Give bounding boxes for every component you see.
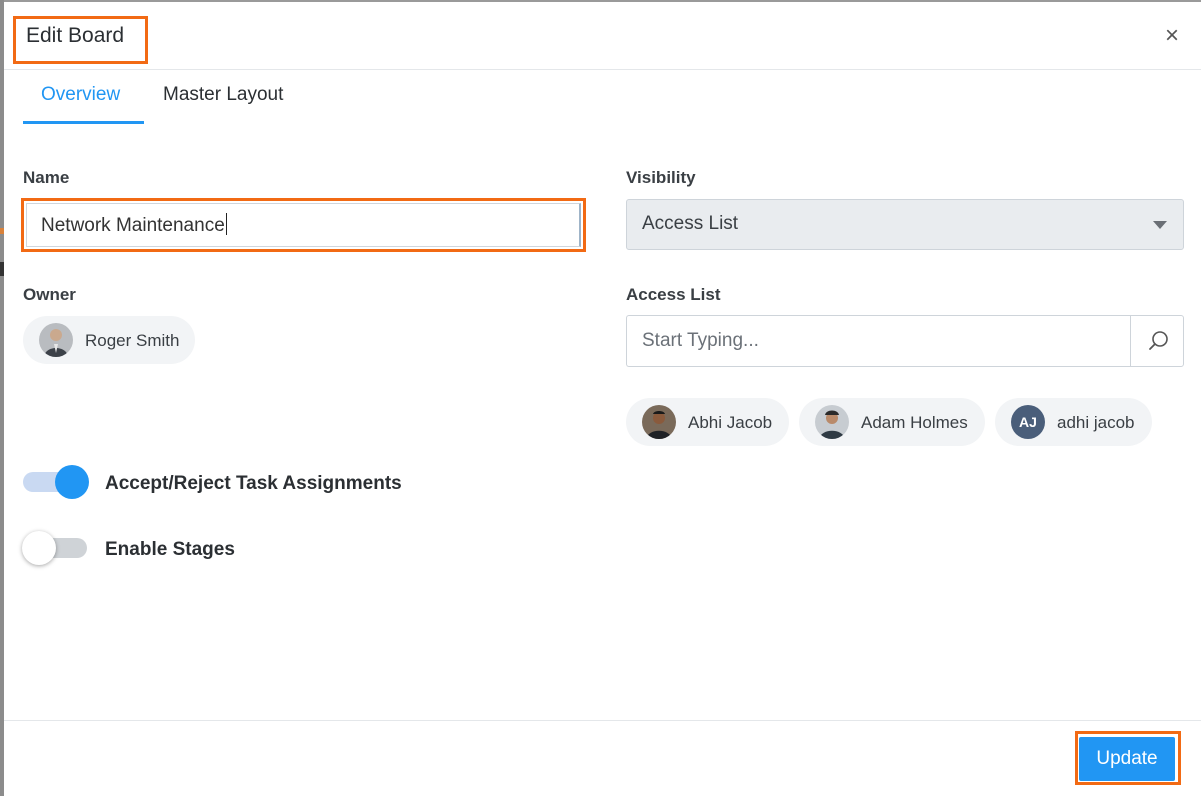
search-icon — [1149, 331, 1168, 350]
toggle-knob — [55, 465, 89, 499]
member-name: Adam Holmes — [861, 413, 968, 432]
name-field-highlight: Network Maintenance — [21, 198, 586, 252]
toggle-knob — [22, 531, 56, 565]
tab-master-layout[interactable]: Master Layout — [163, 84, 283, 106]
name-label: Name — [23, 168, 70, 187]
member-name: Abhi Jacob — [688, 413, 773, 432]
dialog-title: Edit Board — [26, 24, 125, 47]
accept-reject-label: Accept/Reject Task Assignments — [105, 473, 402, 494]
owner-name: Roger Smith — [85, 331, 180, 350]
access-member-chip[interactable]: Abhi Jacob — [626, 398, 789, 446]
close-icon[interactable]: × — [1160, 24, 1184, 48]
update-button[interactable]: Update — [1079, 737, 1175, 781]
visibility-select[interactable]: Access List — [626, 199, 1184, 250]
member-avatar — [815, 405, 849, 439]
access-member-chip[interactable]: Adam Holmes — [799, 398, 985, 446]
enable-stages-label: Enable Stages — [105, 539, 235, 560]
caret-down-icon — [1153, 221, 1167, 229]
name-input[interactable]: Network Maintenance — [26, 203, 581, 247]
text-caret — [225, 212, 227, 235]
accept-reject-toggle[interactable] — [23, 465, 89, 499]
access-member-chip[interactable]: AJ adhi jacob — [995, 398, 1152, 446]
visibility-value: Access List — [642, 213, 739, 234]
member-initials-avatar: AJ — [1011, 405, 1045, 439]
owner-avatar — [39, 323, 73, 357]
enable-stages-toggle[interactable] — [22, 531, 87, 565]
search-button[interactable] — [1130, 315, 1184, 367]
name-input-value: Network Maintenance — [41, 215, 225, 236]
tab-overview[interactable]: Overview — [41, 84, 120, 106]
dialog-footer — [4, 720, 1201, 796]
active-tab-indicator — [23, 121, 144, 124]
access-search-input[interactable]: Start Typing... — [626, 315, 1131, 367]
member-name: adhi jacob — [1057, 413, 1135, 432]
owner-label: Owner — [23, 285, 76, 304]
edit-board-dialog: Edit Board × Overview Master Layout Name… — [4, 2, 1201, 796]
dialog-header: Edit Board × — [4, 2, 1201, 70]
visibility-label: Visibility — [626, 168, 696, 187]
access-list-label: Access List — [626, 285, 721, 304]
owner-chip[interactable]: Roger Smith — [23, 316, 195, 364]
member-avatar — [642, 405, 676, 439]
